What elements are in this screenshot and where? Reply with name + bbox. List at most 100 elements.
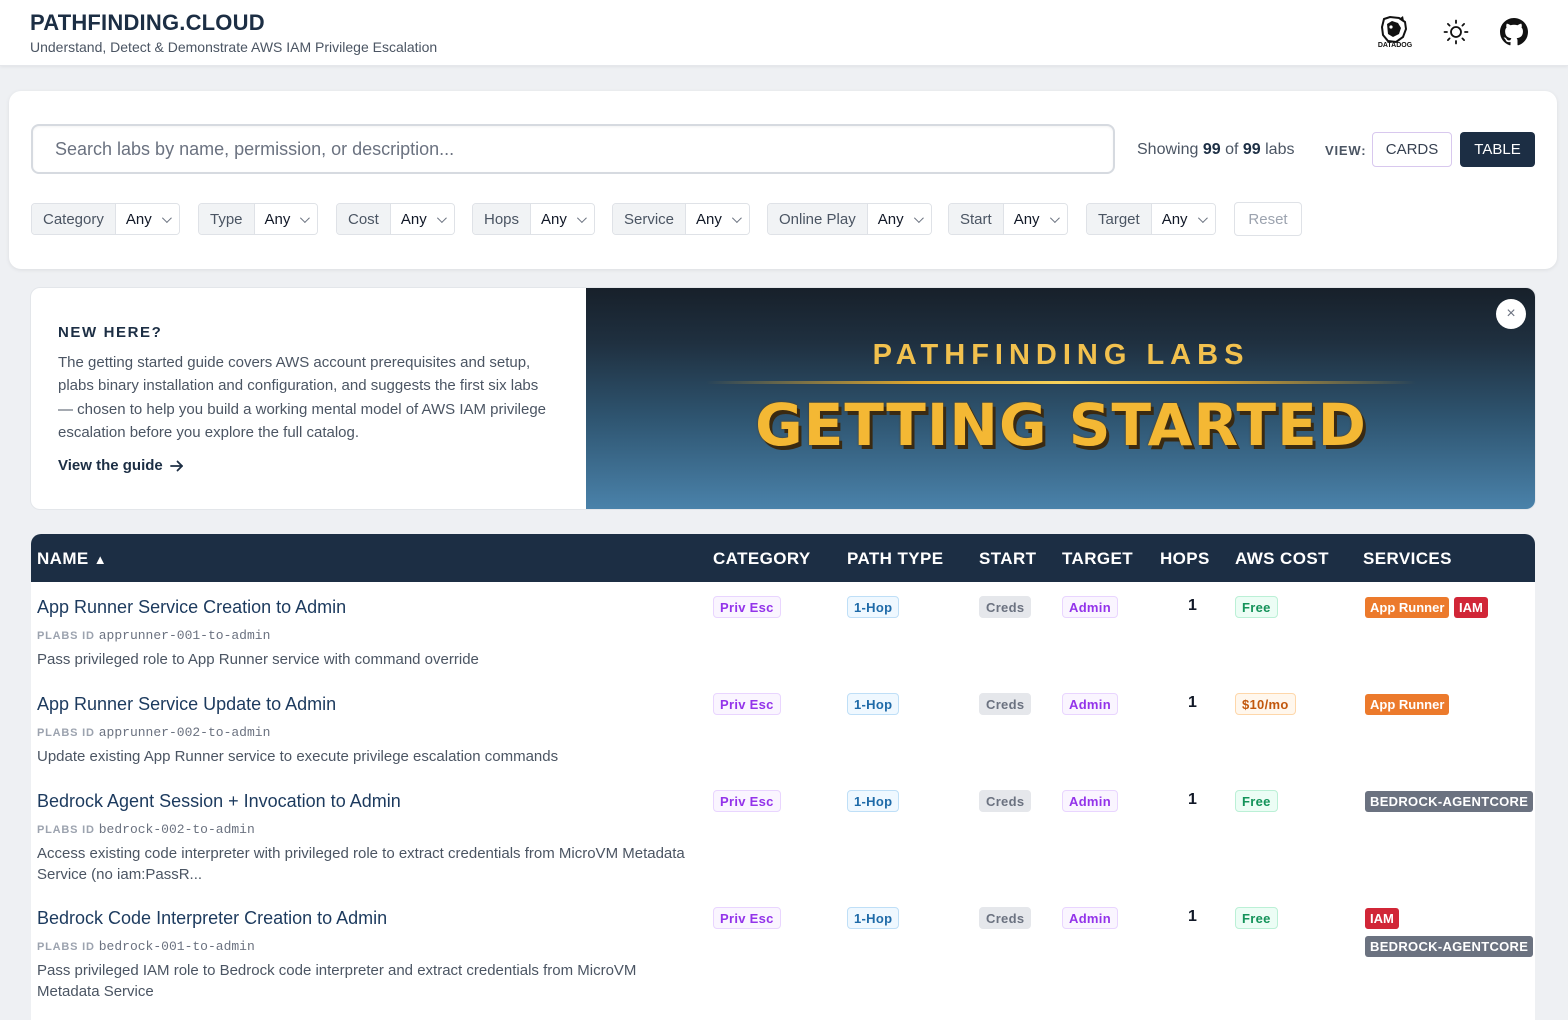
filter-label: Start xyxy=(949,204,1004,234)
filter-label: Category xyxy=(32,204,116,234)
filter-panel: Showing 99 of 99 labs VIEW: CARDS TABLE … xyxy=(9,91,1557,269)
target-badge: Admin xyxy=(1062,907,1118,929)
filter-select[interactable]: Any xyxy=(115,204,179,234)
lab-name[interactable]: Bedrock Code Interpreter Creation to Adm… xyxy=(37,908,387,929)
target-badge: Admin xyxy=(1062,693,1118,715)
filter-select[interactable]: Any xyxy=(1003,204,1067,234)
lab-id: PLABS ID apprunner-002-to-admin xyxy=(37,725,270,740)
table-header: NAME ▲ CATEGORY PATH TYPE START TARGET H… xyxy=(31,534,1535,582)
filter-label: Online Play xyxy=(768,204,868,234)
cost-badge: Free xyxy=(1235,596,1278,618)
github-icon[interactable] xyxy=(1496,14,1532,50)
filter-service[interactable]: Service Any xyxy=(612,203,750,235)
filter-label: Hops xyxy=(473,204,532,234)
filter-cost[interactable]: Cost Any xyxy=(336,203,455,235)
start-badge: Creds xyxy=(979,790,1032,812)
column-header-path-type[interactable]: PATH TYPE xyxy=(847,549,943,569)
filter-value: Any xyxy=(541,210,567,228)
filter-label: Cost xyxy=(337,204,391,234)
view-table-button[interactable]: TABLE xyxy=(1460,132,1535,167)
hops-value: 1 xyxy=(1188,908,1197,925)
results-shown: 99 xyxy=(1202,141,1221,158)
table-row[interactable]: App Runner Service Update to Admin PLABS… xyxy=(31,693,1535,784)
lab-id: PLABS ID bedrock-001-to-admin xyxy=(37,939,255,954)
chevron-down-icon xyxy=(300,212,311,223)
banner-divider xyxy=(706,381,1416,384)
cost-badge: $10/mo xyxy=(1235,693,1296,715)
filter-select[interactable]: Any xyxy=(1151,204,1215,234)
column-header-services[interactable]: SERVICES xyxy=(1363,549,1452,569)
table-row[interactable]: Bedrock Code Interpreter Creation to Adm… xyxy=(31,907,1535,1018)
lab-name[interactable]: App Runner Service Creation to Admin xyxy=(37,597,346,618)
filter-value: Any xyxy=(400,210,427,228)
view-guide-link[interactable]: View the guide xyxy=(58,457,184,474)
service-badge-app-runner: App Runner xyxy=(1365,694,1450,715)
column-header-hops[interactable]: HOPS xyxy=(1160,549,1210,569)
filter-hops[interactable]: Hops Any xyxy=(472,203,595,235)
chevron-down-icon xyxy=(576,212,587,223)
filter-select[interactable]: Any xyxy=(686,204,749,234)
lab-name[interactable]: Bedrock Agent Session + Invocation to Ad… xyxy=(37,791,401,812)
getting-started-banner: NEW HERE? The getting started guide cove… xyxy=(30,287,1536,510)
datadog-label: DATADOG xyxy=(1377,42,1413,49)
plabs-id-label: PLABS ID xyxy=(37,630,95,642)
chevron-down-icon xyxy=(731,212,742,223)
banner-image-kicker: PATHFINDING LABS xyxy=(872,339,1250,371)
path-type-badge: 1-Hop xyxy=(847,790,900,812)
filter-type[interactable]: Type Any xyxy=(198,203,319,235)
hops-value: 1 xyxy=(1188,597,1197,614)
theme-toggle-sun-icon[interactable] xyxy=(1438,14,1474,50)
banner-image-title: GETTING STARTED xyxy=(755,391,1367,459)
column-header-aws-cost[interactable]: AWS COST xyxy=(1235,549,1329,569)
filter-value: Any xyxy=(696,210,722,228)
plabs-id-label: PLABS ID xyxy=(37,941,95,953)
view-label: VIEW: xyxy=(1325,143,1367,158)
filter-category[interactable]: Category Any xyxy=(31,203,180,235)
getting-started-image[interactable]: PATHFINDING LABS GETTING STARTED × xyxy=(586,288,1535,509)
category-badge: Priv Esc xyxy=(713,693,781,715)
reset-button[interactable]: Reset xyxy=(1234,202,1302,236)
category-badge: Priv Esc xyxy=(713,907,781,929)
lab-name[interactable]: App Runner Service Update to Admin xyxy=(37,694,336,715)
banner-description: The getting started guide covers AWS acc… xyxy=(58,354,547,442)
table-row[interactable]: App Runner Service Creation to Admin PLA… xyxy=(31,596,1535,687)
column-header-name[interactable]: NAME ▲ xyxy=(37,549,107,569)
column-header-target[interactable]: TARGET xyxy=(1062,549,1133,569)
view-guide-label: View the guide xyxy=(58,457,163,474)
filter-select[interactable]: Any xyxy=(254,204,318,234)
lab-description: Pass privileged IAM role to Bedrock code… xyxy=(37,962,637,1000)
top-header: PATHFINDING.CLOUD Understand, Detect & D… xyxy=(0,0,1568,66)
hops-value: 1 xyxy=(1188,694,1197,711)
table-row[interactable]: Bedrock Agent Session + Invocation to Ad… xyxy=(31,790,1535,901)
path-type-badge: 1-Hop xyxy=(847,907,900,929)
results-of: of xyxy=(1225,141,1239,158)
filter-select[interactable]: Any xyxy=(531,204,594,234)
filter-select[interactable]: Any xyxy=(390,204,454,234)
results-count: Showing 99 of 99 labs xyxy=(1137,141,1294,159)
chevron-down-icon xyxy=(1197,212,1208,223)
filter-start[interactable]: Start Any xyxy=(948,203,1068,235)
filter-value: Any xyxy=(125,210,152,228)
view-cards-button[interactable]: CARDS xyxy=(1372,132,1452,167)
search-input[interactable] xyxy=(31,124,1115,174)
chevron-down-icon xyxy=(1049,212,1060,223)
filter-value: Any xyxy=(1161,210,1188,228)
filter-target[interactable]: Target Any xyxy=(1086,203,1216,235)
service-badge-bedrock-agentcore: BEDROCK-AGENTCORE xyxy=(1365,791,1534,812)
lab-id: PLABS ID bedrock-002-to-admin xyxy=(37,822,255,837)
filter-select[interactable]: Any xyxy=(867,204,931,234)
filter-label: Service xyxy=(613,204,687,234)
column-header-category[interactable]: CATEGORY xyxy=(713,549,811,569)
lab-description: Access existing code interpreter with pr… xyxy=(37,845,685,883)
site-title[interactable]: PATHFINDING.CLOUD xyxy=(30,10,265,36)
category-badge: Priv Esc xyxy=(713,790,781,812)
lab-id: PLABS ID apprunner-001-to-admin xyxy=(37,628,270,643)
filter-online-play[interactable]: Online Play Any xyxy=(767,203,932,235)
target-badge: Admin xyxy=(1062,790,1118,812)
plabs-id-label: PLABS ID xyxy=(37,824,95,836)
chevron-down-icon xyxy=(913,212,924,223)
service-badge-app-runner: App Runner xyxy=(1365,597,1450,618)
banner-close-button[interactable]: × xyxy=(1496,299,1526,329)
column-header-start[interactable]: START xyxy=(979,549,1036,569)
lab-id-value: apprunner-001-to-admin xyxy=(98,628,271,643)
